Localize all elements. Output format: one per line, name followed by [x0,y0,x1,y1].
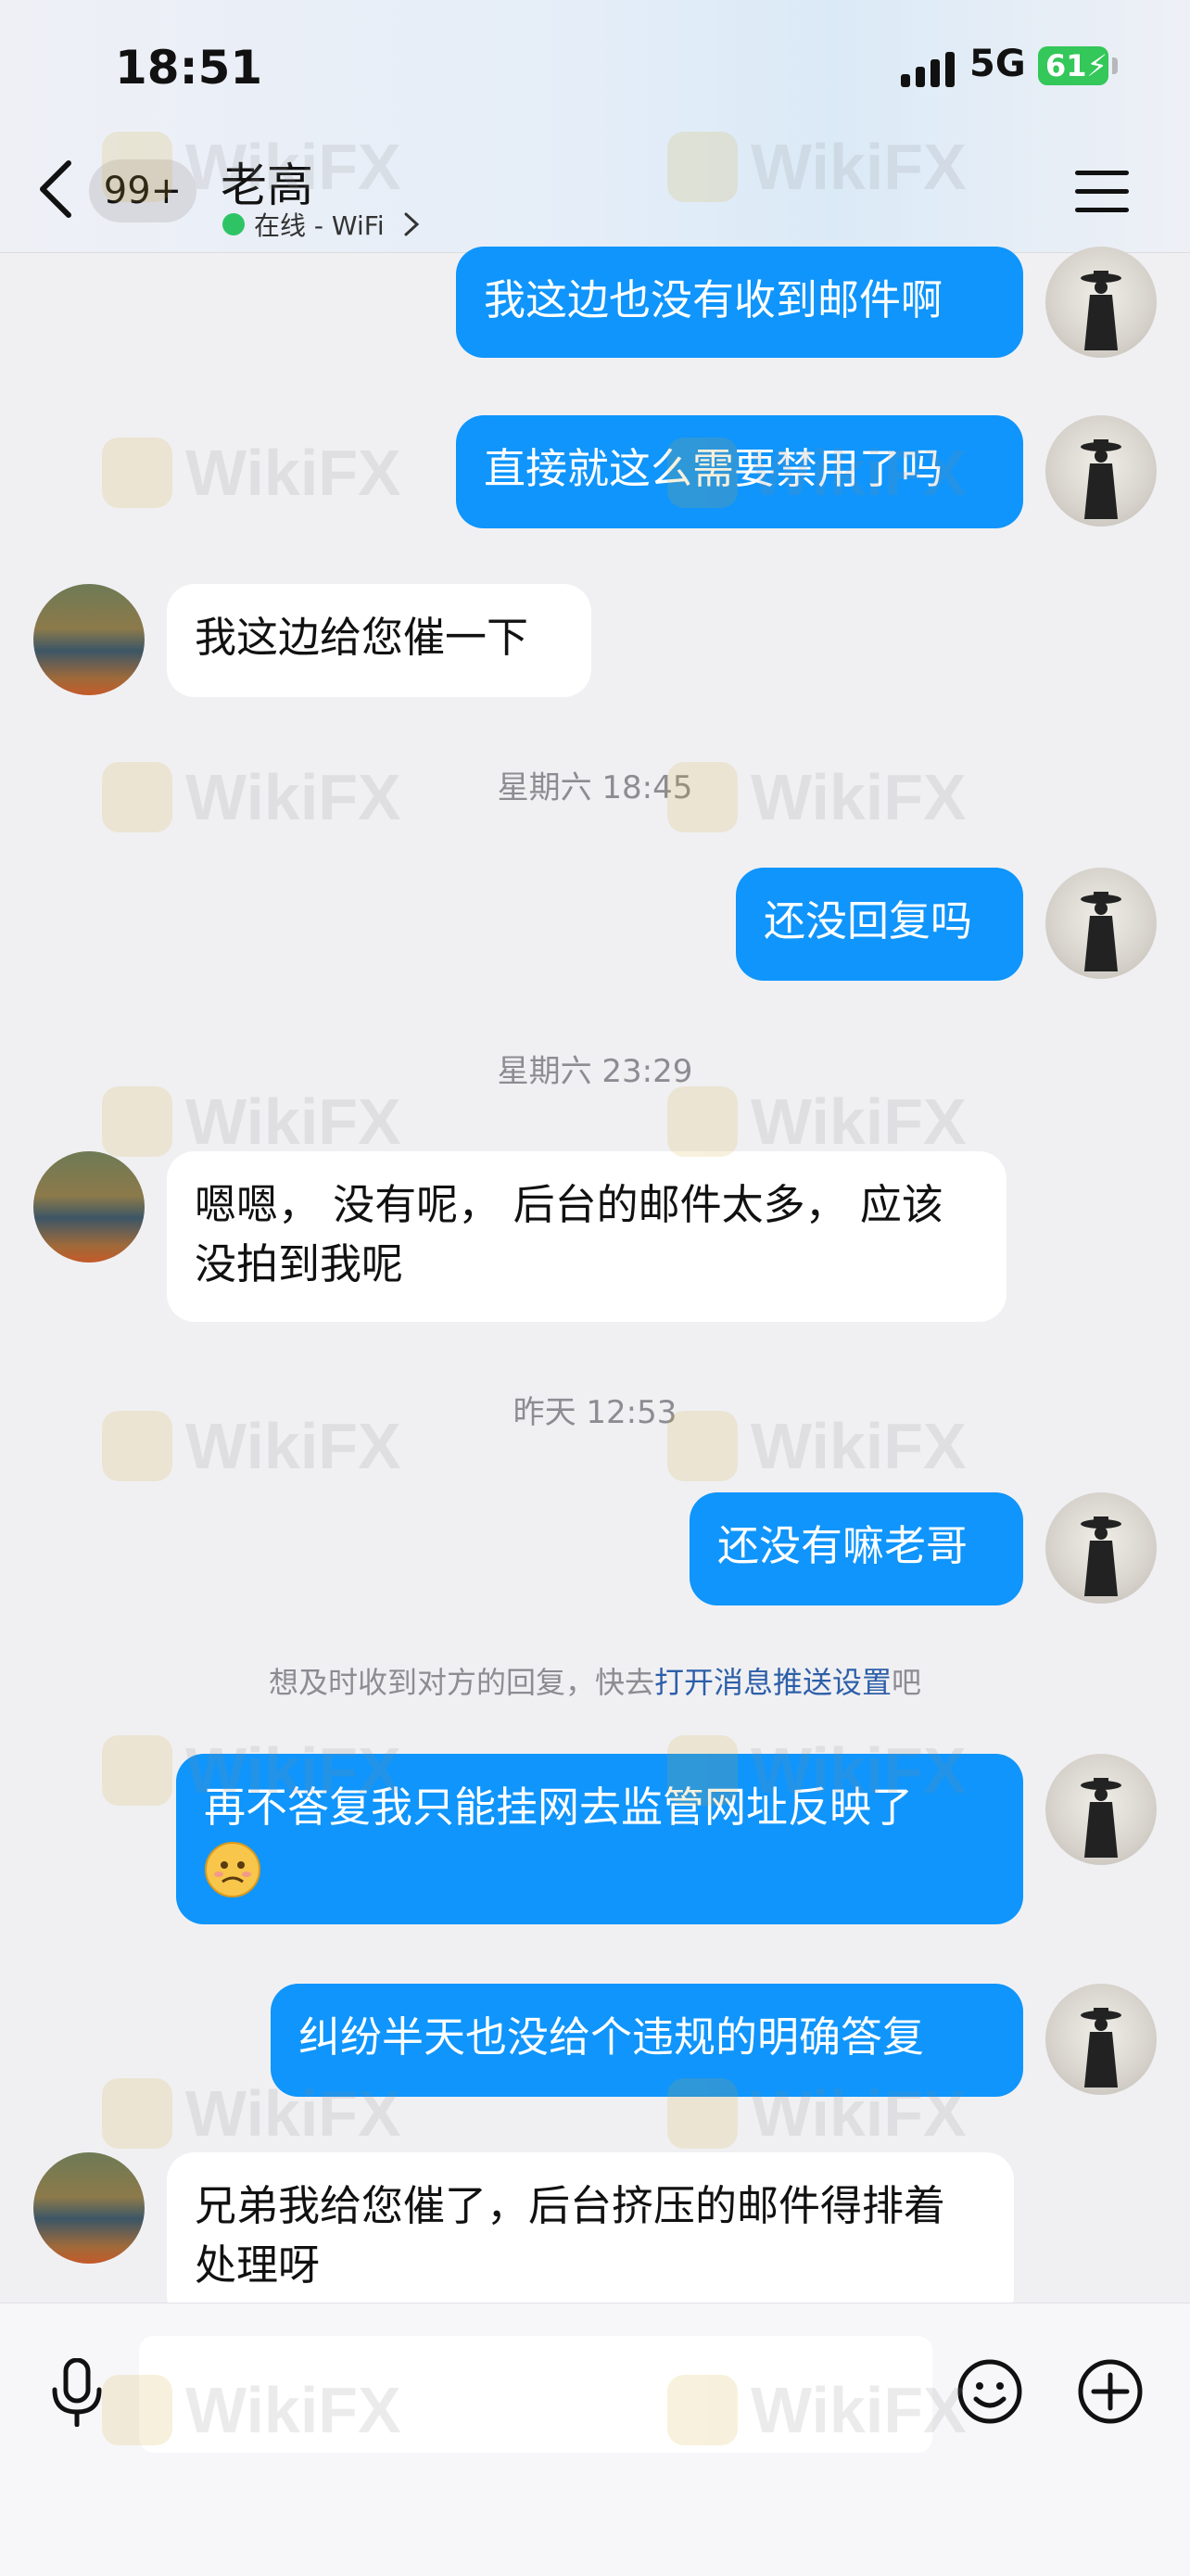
network-type: 5G [969,43,1026,85]
back-chevron-icon[interactable] [37,159,74,219]
message-text: 再不答复我只能挂网去监管网址反映了 [204,1783,914,1832]
message-bubble[interactable]: 兄弟我给您催了，后台挤压的邮件得排着处理呀 [167,2152,1014,2323]
avatar-figure-icon [1081,1778,1121,1858]
message-bubble[interactable]: 嗯嗯， 没有呢， 后台的邮件太多， 应该没拍到我呢 [167,1151,1006,1322]
battery-icon: 61⚡ [1038,46,1108,85]
battery-level: 61 [1045,48,1087,83]
avatar-figure-icon [1081,892,1121,971]
contact-avatar[interactable] [33,2152,145,2264]
message-bubble[interactable]: 我这边也没有收到邮件啊 [456,247,1023,358]
watermark: WikiFX [667,1085,967,1159]
avatar-figure-icon [1081,2008,1121,2087]
timestamp: 星期六 23:29 [497,1053,693,1090]
chevron-right-icon [404,212,419,236]
watermark-logo-icon [102,438,172,508]
notice-prefix: 想及时收到对方的回复，快去 [268,1665,654,1700]
watermark: WikiFX [102,1085,401,1159]
worried-face-emoji-icon [205,1842,260,1897]
notice-suffix: 吧 [892,1665,922,1700]
menu-icon[interactable] [1075,169,1129,215]
watermark-logo-icon [667,1086,738,1157]
self-avatar[interactable] [1045,1754,1157,1865]
watermark-text: WikiFX [751,1085,967,1158]
self-avatar[interactable] [1045,868,1157,979]
push-settings-notice: 想及时收到对方的回复，快去打开消息推送设置吧 [0,1659,1190,1702]
emoji-smile-icon[interactable] [956,2358,1023,2425]
watermark-logo-icon [102,1086,172,1157]
timestamp: 星期六 18:45 [497,769,693,806]
message-bubble[interactable]: 还没有嘛老哥 [690,1492,1023,1605]
avatar-figure-icon [1081,1516,1121,1596]
message-input[interactable] [139,2336,932,2453]
watermark: WikiFX [102,436,401,510]
status-time: 18:51 [115,41,263,95]
message-bubble[interactable]: 还没回复吗 [736,868,1023,981]
cellular-signal-icon [901,52,955,87]
message-bubble[interactable]: 我这边给您催一下 [167,584,591,697]
unread-count-badge[interactable]: 99+ [89,159,196,222]
self-avatar[interactable] [1045,1492,1157,1604]
plus-circle-icon[interactable] [1077,2358,1144,2425]
watermark-logo-icon [102,1735,172,1806]
presence-label: 在线 - WiFi [254,210,385,241]
avatar-figure-icon [1081,439,1121,519]
self-avatar[interactable] [1045,247,1157,358]
open-push-settings-link[interactable]: 打开消息推送设置 [654,1665,892,1700]
watermark-text: WikiFX [185,1085,401,1158]
avatar-figure-icon [1081,271,1121,350]
message-bubble[interactable]: 直接就这么需要禁用了吗 [456,415,1023,528]
presence-status[interactable]: 在线 - WiFi [222,206,420,243]
contact-avatar[interactable] [33,1151,145,1263]
microphone-icon[interactable] [48,2358,106,2427]
watermark-logo-icon [102,2078,172,2149]
message-bubble[interactable]: 纠纷半天也没给个违规的明确答复 [271,1984,1023,2097]
message-bubble[interactable]: 再不答复我只能挂网去监管网址反映了 [176,1754,1023,1924]
battery-cap [1112,57,1118,74]
chat-header: 18:51 5G 61⚡ 99+ 老高 在线 - WiFi [0,0,1190,253]
contact-avatar[interactable] [33,584,145,695]
watermark-text: WikiFX [185,437,401,509]
timestamp: 昨天 12:53 [513,1394,677,1431]
self-avatar[interactable] [1045,415,1157,527]
online-dot-icon [222,213,245,235]
self-avatar[interactable] [1045,1984,1157,2095]
